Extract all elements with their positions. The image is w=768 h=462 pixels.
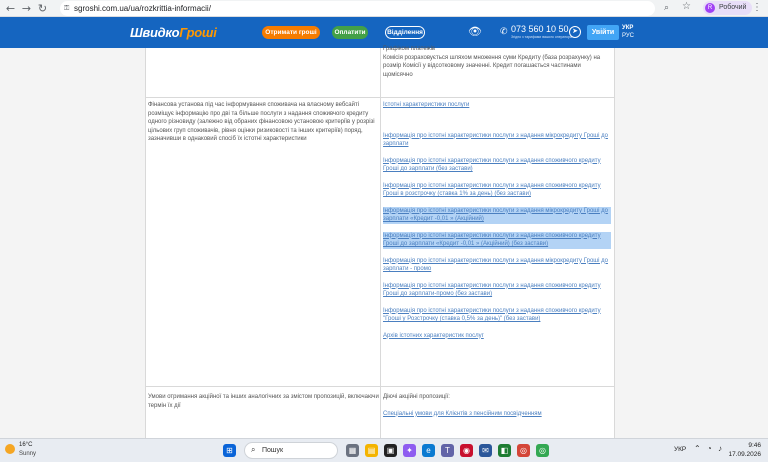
widgets-icon[interactable]: ▦ — [346, 444, 359, 457]
link-archive[interactable]: Архів істотних характеристик послуг — [383, 332, 611, 341]
weather-desc[interactable]: Sunny — [19, 451, 36, 457]
clock-time[interactable]: 9:46 — [725, 442, 761, 449]
login-button[interactable]: Увійти — [587, 25, 619, 40]
link-microcredit-salary[interactable]: Інформація про істотні характеристики по… — [383, 132, 611, 149]
phone-note: Згідно з тарифами вашого оператора — [511, 35, 572, 39]
teams-icon[interactable]: T — [441, 444, 454, 457]
windows-taskbar: 16°C Sunny ⊞ ⌕ Пошук ▦ ▤ ▣ ✦ e T ◉ ✉ ◧ ◎… — [0, 438, 768, 462]
table-cell-promo-links: Діючі акційні пропозиції: Спеціальні умо… — [383, 393, 611, 418]
logo-text-accent: Гроші — [179, 25, 217, 40]
telegram-icon[interactable]: ➤ — [569, 26, 581, 38]
system-tray-icons[interactable]: ⌃ ◔ ♪ — [694, 444, 724, 453]
copilot-icon[interactable]: ✦ — [403, 444, 416, 457]
chrome-profile-icon[interactable]: ◎ — [536, 444, 549, 457]
clock-date[interactable]: 17.09.2026 — [725, 451, 761, 458]
search-placeholder: Пошук — [262, 447, 284, 454]
keyboard-language[interactable]: УКР — [674, 446, 686, 453]
avatar: R — [705, 3, 715, 13]
browser-toolbar: ← → ↻ ⚿ sgroshi.com.ua/ua/rozkrittia-inf… — [0, 0, 768, 17]
taskbar-search[interactable]: ⌕ Пошук — [244, 442, 338, 459]
url-text: sgroshi.com.ua/ua/rozkrittia-informacii/ — [74, 4, 211, 13]
weather-temp[interactable]: 16°C — [19, 442, 32, 448]
store-icon[interactable]: ◧ — [498, 444, 511, 457]
accessibility-eye-icon[interactable]: 👁 — [468, 25, 482, 38]
link-service-characteristics[interactable]: Істотні характеристики послуги — [383, 101, 611, 110]
browser-menu-icon[interactable]: ⋮ — [752, 2, 762, 13]
link-microcredit-promo-001[interactable]: Інформація про істотні характеристики по… — [383, 206, 611, 224]
branches-button[interactable]: Відділення — [385, 26, 425, 39]
reload-icon[interactable]: ↻ — [36, 2, 49, 15]
weather-sun-icon[interactable] — [5, 444, 15, 454]
profile-button[interactable]: R Робочий — [703, 1, 753, 15]
file-explorer-icon[interactable]: ▤ — [365, 444, 378, 457]
chrome-icon[interactable]: ◎ — [517, 444, 530, 457]
link-pensioner-conditions[interactable]: Спеціальні умови для Клієнтів з пенсійни… — [383, 410, 611, 419]
row-separator — [145, 386, 615, 387]
logo-text-main: Швидко — [130, 25, 180, 40]
link-consumer-credit-salary[interactable]: Інформація про істотні характеристики по… — [383, 157, 611, 174]
link-consumer-credit-installment-05[interactable]: Інформація про істотні характеристики по… — [383, 307, 611, 324]
edge-icon[interactable]: e — [422, 444, 435, 457]
forward-icon[interactable]: → — [20, 2, 33, 15]
link-microcredit-promo[interactable]: Інформація про істотні характеристики по… — [383, 257, 611, 274]
table-divider — [380, 48, 381, 438]
link-consumer-credit-installment[interactable]: Інформація про істотні характеристики по… — [383, 182, 611, 199]
promo-label: Діючі акційні пропозиції: — [383, 394, 450, 400]
mail-icon[interactable]: ✉ — [479, 444, 492, 457]
page-content: Графіком платежів Комісія розраховується… — [0, 46, 768, 438]
address-bar[interactable]: ⚿ sgroshi.com.ua/ua/rozkrittia-informaci… — [60, 1, 655, 16]
phone-number[interactable]: 073 560 10 50 — [511, 24, 569, 34]
zoom-icon[interactable]: ⌕ — [664, 2, 669, 13]
phone-icon: ✆ — [500, 26, 508, 36]
table-cell-links: Істотні характеристики послуги Інформаці… — [383, 101, 611, 340]
site-header: ШвидкоГроші Отримати гроші Оплатити Відд… — [0, 17, 768, 48]
row-separator — [145, 97, 615, 98]
windows-start-icon[interactable]: ⊞ — [223, 444, 236, 457]
link-consumer-credit-promo-001[interactable]: Інформація про істотні характеристики по… — [383, 231, 611, 249]
info-table-container: Графіком платежів Комісія розраховується… — [145, 46, 615, 438]
table-border-left — [145, 48, 146, 438]
table-cell-criteria: Фінансова установа під час інформування … — [148, 102, 375, 142]
lang-rus-link[interactable]: РУС — [622, 33, 634, 39]
table-cell-promo-conditions: Умови отримання акційної та інших аналог… — [148, 394, 379, 409]
link-consumer-credit-promo[interactable]: Інформація про істотні характеристики по… — [383, 282, 611, 299]
terminal-icon[interactable]: ▣ — [384, 444, 397, 457]
site-info-icon[interactable]: ⚿ — [64, 1, 69, 16]
profile-name: Робочий — [719, 4, 747, 11]
bookmark-star-icon[interactable]: ☆ — [682, 1, 691, 12]
search-icon: ⌕ — [251, 445, 256, 454]
lang-ukr-link[interactable]: УКР — [622, 25, 633, 31]
back-icon[interactable]: ← — [4, 2, 17, 15]
table-cell: Графіком платежів Комісія розраховується… — [383, 46, 601, 78]
pay-button[interactable]: Оплатити — [332, 26, 368, 39]
get-money-button[interactable]: Отримати гроші — [262, 26, 320, 39]
table-border-right — [614, 48, 615, 438]
app-icon[interactable]: ◉ — [460, 444, 473, 457]
site-logo[interactable]: ШвидкоГроші — [130, 25, 217, 40]
